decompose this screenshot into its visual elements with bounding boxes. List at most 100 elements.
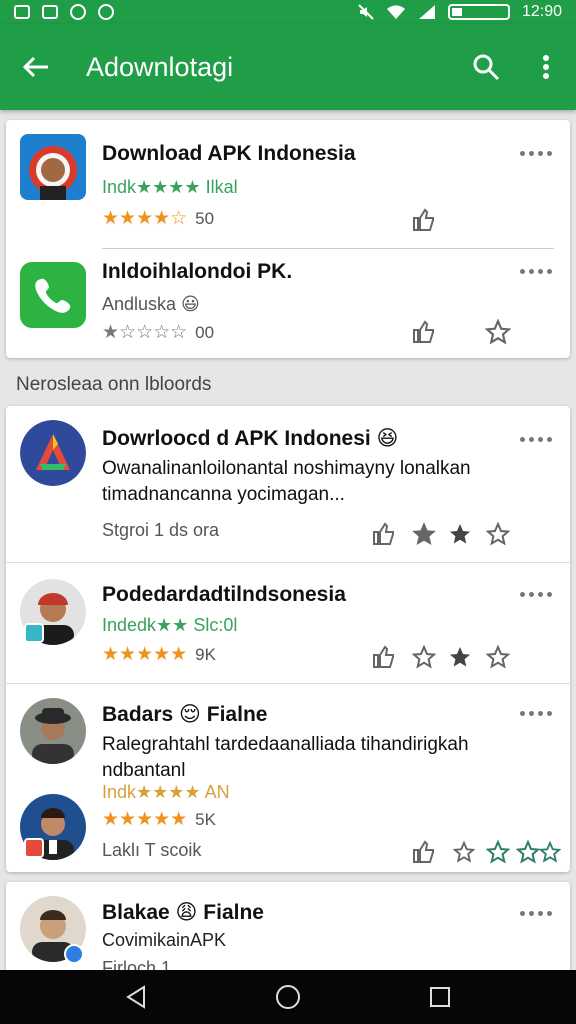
thumb-up-icon — [373, 522, 394, 545]
wifi-icon — [386, 5, 405, 19]
item-meta: Firloch 1 — [102, 958, 172, 970]
rating-count: 00 — [195, 322, 215, 342]
star-button[interactable] — [450, 838, 478, 866]
more-options-button[interactable] — [520, 906, 552, 920]
star-outline-icon — [412, 645, 436, 669]
home-circle-icon — [276, 985, 300, 1009]
star-outline-icon — [485, 319, 511, 345]
star-outline-icon — [412, 522, 436, 546]
star-button[interactable] — [484, 318, 512, 346]
section-header: Nerosleaa onn lbloords — [16, 374, 212, 395]
star-button[interactable] — [484, 520, 512, 548]
list-item[interactable]: Podedardadtilndsonesia Indedk★★ Slc:0l ★… — [6, 563, 570, 683]
star-outline-icon — [486, 522, 510, 546]
like-button[interactable] — [370, 520, 398, 548]
status-time: 12:90 — [521, 3, 562, 20]
search-icon — [473, 54, 500, 81]
item-title: Download APK Indonesia — [102, 142, 356, 165]
rating: ★★★★★ 5K — [102, 808, 216, 831]
like-button[interactable] — [410, 206, 438, 234]
list-item[interactable]: Dowrloocd d APK Indonesi 😆 Owanalinanloi… — [6, 406, 570, 562]
item-subtitle: CovimikainAPK — [102, 930, 227, 950]
list-item[interactable]: Inldoihlalondoi PK. Andluska 😃 ★☆☆☆☆ 00 — [6, 250, 570, 358]
nav-recents-button[interactable] — [410, 970, 470, 1024]
app-icon — [20, 420, 86, 486]
star-button[interactable] — [484, 838, 512, 866]
star-button[interactable] — [446, 643, 474, 671]
recents-square-icon — [430, 987, 450, 1007]
item-subtitle: Indk★★★★ AN — [102, 782, 230, 802]
star-button[interactable] — [446, 520, 474, 548]
back-button[interactable] — [0, 24, 72, 110]
list-item[interactable]: Blakae 😩 Fialne CovimikainAPK Firloch 1 — [6, 882, 570, 970]
more-options-button[interactable] — [520, 146, 552, 160]
app-badge — [64, 944, 84, 964]
mute-icon — [358, 4, 374, 20]
star-outline-icon — [486, 645, 510, 669]
like-button[interactable] — [410, 318, 438, 346]
item-title: Inldoihlalondoi PK. — [102, 260, 293, 283]
like-button[interactable] — [410, 838, 438, 866]
more-options-button[interactable] — [520, 432, 552, 446]
item-subtitle: Andluska 😃 — [102, 294, 200, 314]
star-button[interactable] — [536, 838, 564, 866]
nav-back-button[interactable] — [106, 970, 166, 1024]
star-rating: ★★★★★ — [102, 644, 188, 665]
nav-home-button[interactable] — [258, 970, 318, 1024]
divider — [102, 248, 554, 249]
overflow-menu-button[interactable] — [516, 24, 576, 110]
system-nav-bar — [0, 970, 576, 1024]
more-options-button[interactable] — [520, 587, 552, 601]
more-options-button[interactable] — [520, 264, 552, 278]
more-options-button[interactable] — [520, 706, 552, 720]
item-meta: Stgroi 1 ds ora — [102, 520, 220, 540]
battery-icon — [447, 4, 510, 20]
feed-card-partial: Blakae 😩 Fialne CovimikainAPK Firloch 1 — [6, 882, 570, 970]
app-icon — [20, 134, 86, 200]
item-title: Blakae 😩 Fialne — [102, 901, 264, 924]
back-arrow-icon — [22, 56, 48, 78]
app-title: Adownlotagi — [86, 51, 234, 82]
app-badge — [24, 623, 44, 643]
notification-icon — [42, 5, 58, 19]
item-description: Owanalinanloilonantal noshimayny lonalka… — [102, 458, 471, 505]
gallery-icon — [14, 5, 30, 19]
star-rating: ★☆☆☆☆ — [102, 322, 188, 343]
rating-count: 5K — [195, 809, 216, 829]
rating: ★★★★☆ 50 — [102, 207, 214, 230]
search-button[interactable] — [456, 24, 516, 110]
list-item[interactable]: Badars 😌 Fialne Ralegrahtahl tardedaanal… — [6, 684, 570, 872]
status-bar: 12:90 — [0, 0, 576, 24]
star-button[interactable] — [484, 643, 512, 671]
item-subtitle: Indk★★★★ Ilkal — [102, 177, 238, 197]
app-badge — [24, 838, 44, 858]
rating: ★☆☆☆☆ 00 — [102, 321, 214, 344]
star-button[interactable] — [410, 520, 438, 548]
thumb-up-icon — [413, 840, 434, 863]
app-bar: Adownlotagi — [0, 24, 576, 110]
rating: ★★★★★ 9K — [102, 643, 216, 666]
star-outline-icon — [486, 840, 510, 864]
feed-card: Dowrloocd d APK Indonesi 😆 Owanalinanloi… — [6, 406, 570, 872]
item-title: Dowrloocd d APK Indonesi 😆 — [102, 427, 399, 450]
item-title: Podedardadtilndsonesia — [102, 583, 346, 606]
back-triangle-icon — [126, 985, 145, 1009]
like-button[interactable] — [370, 643, 398, 671]
list-item[interactable]: Download APK Indonesia Indk★★★★ Ilkal ★★… — [6, 120, 570, 244]
phone-app-icon — [20, 262, 86, 328]
top-apps-card: Download APK Indonesia Indk★★★★ Ilkal ★★… — [6, 120, 570, 358]
more-vert-icon — [543, 55, 549, 79]
star-button[interactable] — [410, 643, 438, 671]
item-subtitle: Indedk★★ Slc:0l — [102, 615, 238, 635]
sync-icon — [98, 4, 114, 20]
item-title: Badars 😌 Fialne — [102, 703, 268, 726]
star-rating: ★★★★★ — [102, 809, 188, 830]
star-outline-icon — [453, 841, 475, 863]
app-notification-icon — [70, 4, 86, 20]
thumb-up-icon — [413, 320, 434, 343]
thumb-up-icon — [413, 208, 434, 231]
star-outline-icon — [539, 841, 561, 863]
avatar — [20, 698, 86, 764]
star-rating: ★★★★☆ — [102, 208, 188, 229]
item-meta: Laklı T scoik — [102, 840, 202, 860]
